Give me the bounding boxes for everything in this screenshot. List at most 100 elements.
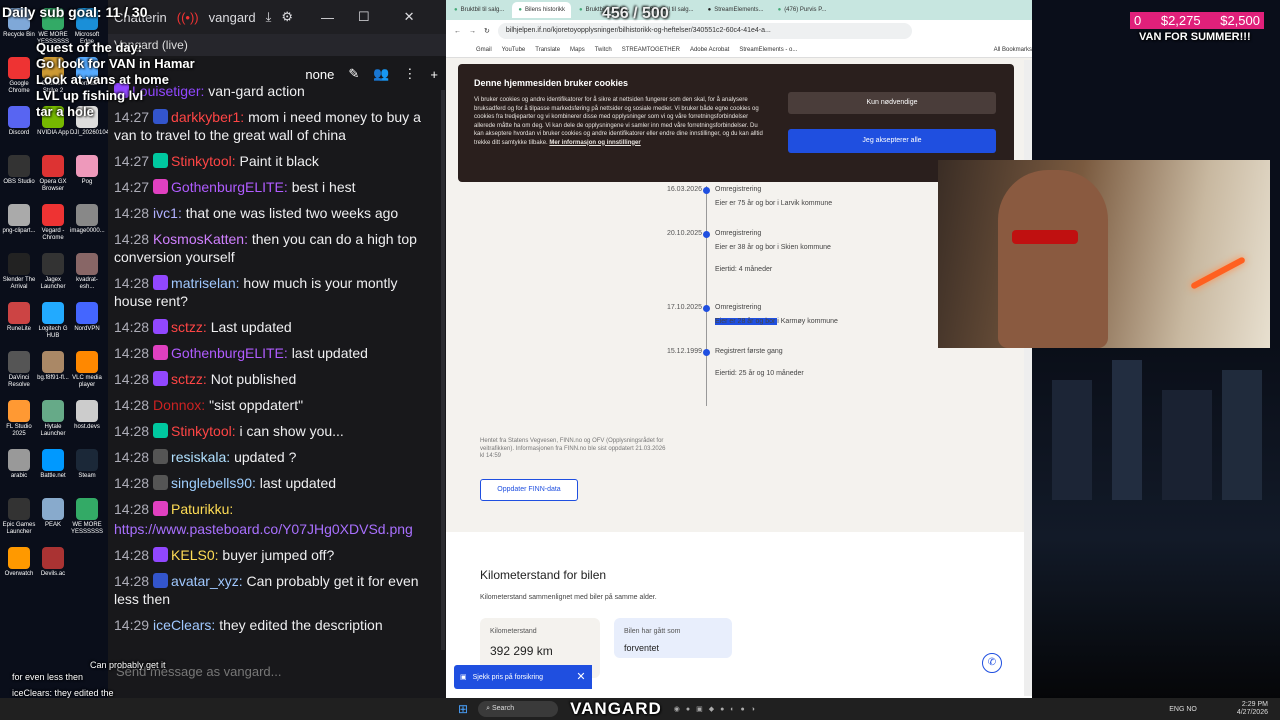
reload-icon[interactable]: ↻ [484,27,490,35]
chat-timestamp: 14:28 [114,205,150,221]
desktop-icon[interactable]: PEAK [36,498,70,529]
browser-tab[interactable]: ● (476) Purvis P... [772,2,833,18]
accept-all-button[interactable]: Jeg aksepterer alle [788,129,996,153]
close-icon[interactable]: ✕ [404,9,415,25]
desktop-icon[interactable]: Battle.net [36,449,70,480]
desktop-icon[interactable]: Overwatch [2,547,36,578]
desktop-icon-label: Pog [81,179,93,185]
event-detail: Eier er 38 år og bor i Skien kommune [715,244,831,251]
app-icon [42,400,64,422]
bookmark-item[interactable]: YouTube [502,47,526,53]
chat-username[interactable]: avatar_xyz: [171,573,243,589]
bookmarks-bar: Gmail YouTube Translate Maps Twitch STREAMTOG… [446,42,1032,58]
desktop-icon[interactable]: FL Studio 2025 [2,400,36,438]
desktop-icon[interactable]: WE MORE YESSSSSS [70,498,104,536]
forward-icon[interactable]: → [469,28,476,35]
cookie-settings-link[interactable]: Mer informasjon og innstillinger [549,140,640,146]
pen-icon[interactable]: ✎ [348,66,359,82]
desktop-icon[interactable]: host.devs [70,400,104,431]
tab-favicon-icon: ● [454,7,458,13]
desktop-icon[interactable]: Discord [2,106,36,137]
browser-tab[interactable]: ● Bruktbil til salg... [448,2,510,18]
chat-username[interactable]: KosmosKatten: [153,231,248,247]
maximize-icon[interactable]: ☐ [358,9,370,25]
chat-username[interactable]: Paturikku: [171,501,233,517]
chat-username[interactable]: GothenburgELITE: [171,179,288,195]
more-icon[interactable]: ⋮ [403,66,416,82]
bookmark-item[interactable]: StreamElements - o... [739,47,797,53]
desktop-icon[interactable]: OBS Studio [2,155,36,186]
chat-scrollbar[interactable] [441,90,445,650]
bookmark-item[interactable]: STREAMTOGETHER [622,47,680,53]
desktop-icon[interactable]: Epic Games Launcher [2,498,36,536]
desktop-icon[interactable]: Logitech G HUB [36,302,70,340]
add-icon[interactable]: + [430,67,438,82]
chat-timestamp: 14:28 [114,501,150,517]
desktop-icon[interactable]: VLC media player [70,351,104,389]
desktop-icon[interactable]: image0000... [70,204,105,235]
bookmark-item[interactable]: Gmail [476,47,492,53]
minimize-icon[interactable]: — [321,10,334,25]
event-detail: Eier er 28 år og bor i Karmøy kommune [715,318,838,325]
mileage-label: Kilometerstand [490,628,537,635]
gear-icon[interactable]: ⚙ [281,9,293,25]
users-icon[interactable]: 👥 [373,66,389,82]
app-icons[interactable]: ◉●▣◆●◐●◑ [674,705,761,713]
caption-line: iceClears: they edited the [12,688,114,698]
bookmark-item[interactable]: All Bookmarks [994,47,1032,53]
desktop-icon[interactable]: Jagex Launcher [36,253,70,291]
chat-link[interactable]: https://www.pasteboard.co/Y07JHg0XDVSd.p… [114,521,413,537]
desktop-icon[interactable]: Opera GX Browser [36,155,70,193]
bookmark-item[interactable]: Translate [535,47,560,53]
chat-username[interactable]: GothenburgELITE: [171,345,288,361]
bookmark-item[interactable]: Twitch [595,47,612,53]
desktop-icon[interactable]: png-clipart... [2,204,36,235]
chat-username[interactable]: sctzz: [171,371,207,387]
chat-badge-icon [153,573,169,588]
desktop-icon[interactable]: Devils.ac [36,547,70,578]
chat-username[interactable]: Stinkytool: [171,153,236,169]
desktop-icon[interactable]: Google Chrome [2,57,36,95]
bookmark-item[interactable]: Maps [570,47,585,53]
start-icon[interactable]: ⊞ [458,702,468,716]
desktop-icon[interactable]: Slender The Arrival [2,253,36,291]
desktop-icon[interactable]: Hytale Launcher [36,400,70,438]
chat-username[interactable]: Stinkytool: [171,423,236,439]
close-insurance-icon[interactable]: ✕ [570,665,592,689]
chat-username[interactable]: sctzz: [171,319,207,335]
chat-username[interactable]: matriselan: [171,275,239,291]
event-title: Omregistrering [715,230,762,237]
desktop-icon[interactable]: RuneLite [2,302,36,333]
desktop-icon[interactable]: arabic [2,449,36,480]
chat-username[interactable]: Donnox: [153,397,205,413]
bookmark-item[interactable]: Adobe Acrobat [690,47,729,53]
page-scrollbar[interactable] [1024,60,1032,696]
browser-tab[interactable]: ● Bilens historikk [512,2,571,18]
desktop-icon[interactable]: Pog [70,155,104,186]
desktop-icon[interactable]: Vegard - Chrome [36,204,70,242]
desktop-icon[interactable]: bg.f8f91-fl... [36,351,70,382]
chat-username[interactable]: iceClears: [153,617,215,633]
update-finn-button[interactable]: Oppdater FINN-data [480,479,578,501]
car-icon: ▣ [460,674,467,681]
chat-username[interactable]: resiskala: [171,449,230,465]
desktop-icon[interactable]: Steam [70,449,104,480]
desktop-icon[interactable]: DaVinci Resolve [2,351,36,389]
download-icon[interactable]: ⤓ [266,9,272,25]
desktop-icon[interactable]: kvadrat-esh... [70,253,104,291]
chat-username[interactable]: singlebells90: [171,475,256,491]
necessary-only-button[interactable]: Kun nødvendige [788,92,996,114]
back-icon[interactable]: ← [454,28,461,35]
chat-username[interactable]: ivc1: [153,205,182,221]
chat-message: 14:28 GothenburgELITE: last updated [114,344,432,362]
url-input[interactable]: bilhjelpen.if.no/kjoretoyopplysninger/bi… [497,23,912,39]
tab-favicon-icon: ● [518,7,522,13]
taskbar-search[interactable]: ⌕ Search [478,701,559,717]
desktop-icon[interactable]: NordVPN [70,302,104,333]
chat-text: Last updated [210,319,292,335]
phone-icon[interactable]: ✆ [982,653,1002,673]
chat-username[interactable]: KELS0: [171,547,218,563]
browser-tab[interactable]: ● StreamElements... [702,2,770,18]
app-icon [76,449,98,471]
app-icon [42,155,64,177]
